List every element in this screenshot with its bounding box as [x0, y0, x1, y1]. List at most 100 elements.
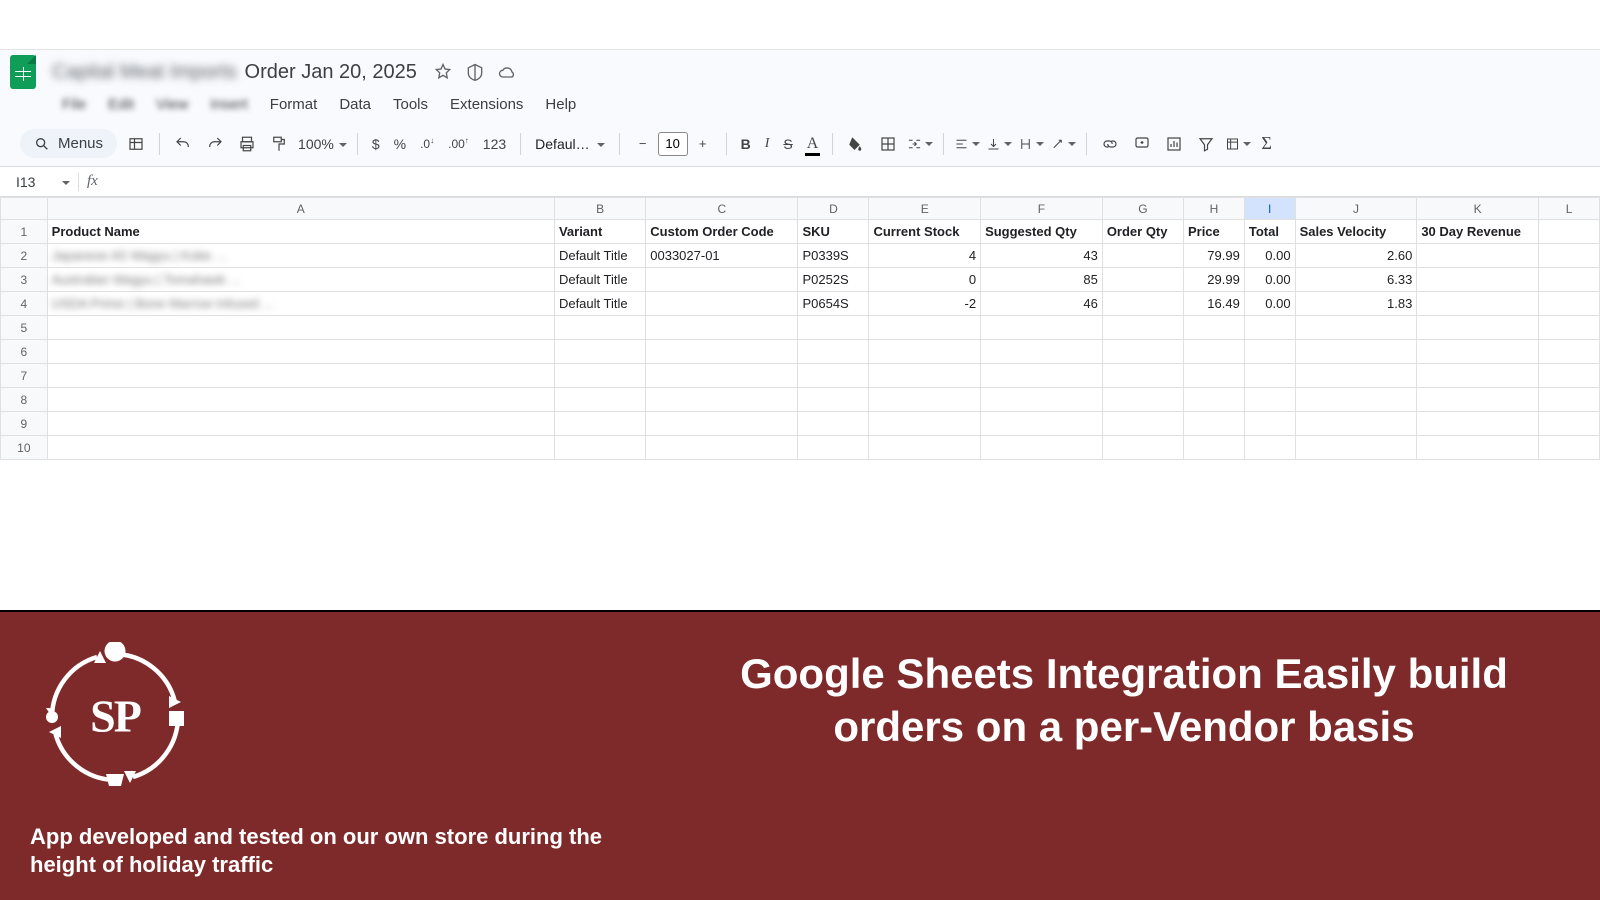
- cell[interactable]: [1539, 388, 1600, 412]
- column-header[interactable]: H: [1183, 198, 1244, 220]
- column-header[interactable]: A: [47, 198, 554, 220]
- cell[interactable]: [1183, 388, 1244, 412]
- menu-tools[interactable]: Tools: [385, 92, 436, 117]
- cell[interactable]: [981, 340, 1103, 364]
- row-header[interactable]: 6: [1, 340, 48, 364]
- cell[interactable]: [798, 316, 869, 340]
- cell[interactable]: [798, 340, 869, 364]
- cell[interactable]: [1102, 340, 1183, 364]
- row-header[interactable]: 3: [1, 268, 48, 292]
- cell[interactable]: [1183, 436, 1244, 460]
- spreadsheet-grid[interactable]: ABCDEFGHIJKL 1Product NameVariantCustom …: [0, 197, 1600, 460]
- cell[interactable]: [1539, 412, 1600, 436]
- cell[interactable]: 30 Day Revenue: [1417, 220, 1539, 244]
- cell[interactable]: [646, 292, 798, 316]
- move-icon[interactable]: [465, 62, 485, 82]
- column-header[interactable]: J: [1295, 198, 1417, 220]
- column-header[interactable]: F: [981, 198, 1103, 220]
- cell[interactable]: [1539, 436, 1600, 460]
- cell[interactable]: Default Title: [554, 244, 645, 268]
- cell[interactable]: [1102, 388, 1183, 412]
- text-​wrap-icon[interactable]: [1018, 131, 1044, 157]
- font-size-plus[interactable]: +: [690, 131, 716, 157]
- row-header[interactable]: 2: [1, 244, 48, 268]
- menu-format[interactable]: Format: [262, 92, 326, 117]
- row-header[interactable]: 7: [1, 364, 48, 388]
- cell[interactable]: [1539, 292, 1600, 316]
- cell[interactable]: Total: [1244, 220, 1295, 244]
- column-header[interactable]: G: [1102, 198, 1183, 220]
- cell[interactable]: [554, 316, 645, 340]
- cell[interactable]: [1244, 436, 1295, 460]
- number-format-123[interactable]: 123: [479, 131, 510, 157]
- cell[interactable]: [47, 388, 554, 412]
- cell[interactable]: [798, 436, 869, 460]
- cell[interactable]: [798, 364, 869, 388]
- filter-views-icon[interactable]: [1225, 131, 1251, 157]
- name-box[interactable]: I13: [16, 174, 70, 190]
- cell[interactable]: Order Qty: [1102, 220, 1183, 244]
- row-header[interactable]: 1: [1, 220, 48, 244]
- horizontal-align-icon[interactable]: [954, 131, 980, 157]
- cell[interactable]: [1244, 340, 1295, 364]
- cell[interactable]: [981, 412, 1103, 436]
- text-rotation-icon[interactable]: [1050, 131, 1076, 157]
- insert-comment-icon[interactable]: [1129, 131, 1155, 157]
- cell[interactable]: [798, 412, 869, 436]
- row-header[interactable]: 8: [1, 388, 48, 412]
- cell[interactable]: [981, 364, 1103, 388]
- cell[interactable]: [1417, 388, 1539, 412]
- cell[interactable]: [1295, 364, 1417, 388]
- cell[interactable]: Product Name: [47, 220, 554, 244]
- functions-icon[interactable]: Σ: [1257, 131, 1275, 157]
- cell[interactable]: [554, 364, 645, 388]
- cell[interactable]: [1183, 340, 1244, 364]
- menu-extensions[interactable]: Extensions: [442, 92, 531, 117]
- cell[interactable]: [869, 340, 981, 364]
- cell[interactable]: [1417, 316, 1539, 340]
- print-icon[interactable]: [234, 131, 260, 157]
- cell[interactable]: P0339S: [798, 244, 869, 268]
- cell[interactable]: [1539, 340, 1600, 364]
- cell[interactable]: [1244, 388, 1295, 412]
- cell[interactable]: [981, 436, 1103, 460]
- cell[interactable]: Japanese A5 Wagyu | Kobe …: [47, 244, 554, 268]
- cell[interactable]: [646, 316, 798, 340]
- create-filter-icon[interactable]: [1193, 131, 1219, 157]
- cell[interactable]: 0.00: [1244, 292, 1295, 316]
- column-header[interactable]: B: [554, 198, 645, 220]
- cell[interactable]: [1244, 364, 1295, 388]
- cell[interactable]: [1183, 316, 1244, 340]
- table-view-icon[interactable]: [123, 131, 149, 157]
- increase-decimals-icon[interactable]: .00↑: [444, 131, 473, 157]
- cell[interactable]: [869, 436, 981, 460]
- cell[interactable]: [1102, 412, 1183, 436]
- cell[interactable]: 1.83: [1295, 292, 1417, 316]
- cell[interactable]: [554, 436, 645, 460]
- cell[interactable]: [646, 412, 798, 436]
- vertical-align-icon[interactable]: [986, 131, 1012, 157]
- cell[interactable]: 0.00: [1244, 244, 1295, 268]
- column-header[interactable]: C: [646, 198, 798, 220]
- cell[interactable]: [47, 436, 554, 460]
- menus-search[interactable]: Menus: [20, 129, 117, 158]
- cell[interactable]: 4: [869, 244, 981, 268]
- cell[interactable]: [1183, 364, 1244, 388]
- cell[interactable]: [1417, 340, 1539, 364]
- cell[interactable]: Suggested Qty: [981, 220, 1103, 244]
- percent-icon[interactable]: %: [390, 131, 410, 157]
- merge-cells-icon[interactable]: [907, 131, 933, 157]
- redo-icon[interactable]: [202, 131, 228, 157]
- cell[interactable]: Custom Order Code: [646, 220, 798, 244]
- borders-icon[interactable]: [875, 131, 901, 157]
- star-icon[interactable]: [433, 62, 453, 82]
- paint-format-icon[interactable]: [266, 131, 292, 157]
- strikethrough-icon[interactable]: S: [779, 131, 796, 157]
- cell[interactable]: [869, 388, 981, 412]
- cell[interactable]: Price: [1183, 220, 1244, 244]
- cloud-icon[interactable]: [497, 62, 517, 82]
- cell[interactable]: [646, 268, 798, 292]
- cell[interactable]: 0033027-01: [646, 244, 798, 268]
- cell[interactable]: Sales Velocity: [1295, 220, 1417, 244]
- document-title[interactable]: Order Jan 20, 2025: [245, 61, 417, 84]
